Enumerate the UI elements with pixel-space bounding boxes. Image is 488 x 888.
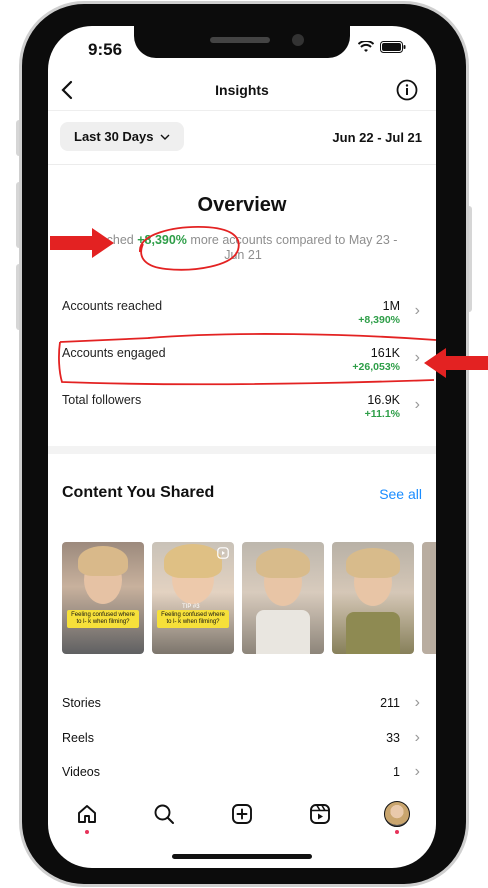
date-range-label: Last 30 Days (74, 129, 154, 144)
tab-bar (48, 794, 436, 834)
tab-search[interactable] (144, 794, 184, 834)
tab-reels[interactable] (300, 794, 340, 834)
count-videos-label[interactable]: Videos (62, 765, 100, 779)
tab-home[interactable] (67, 794, 107, 834)
metric-accounts-reached-label[interactable]: Accounts reached (62, 299, 162, 313)
metric-accounts-reached-value: 1M (382, 299, 400, 313)
header-divider (48, 110, 436, 111)
avatar (384, 801, 411, 827)
count-stories-value: 211 (380, 696, 400, 710)
overview-title: Overview (197, 194, 287, 216)
power-button (466, 206, 472, 312)
metric-total-followers-change: +11.1% (364, 408, 400, 420)
annotation-arrow-left (50, 228, 114, 258)
metric-accounts-reached-change: +8,390% (358, 314, 400, 326)
tab-create[interactable] (222, 794, 262, 834)
count-videos-value: 1 (393, 765, 400, 779)
home-indicator (172, 854, 312, 859)
chevron-right-icon[interactable]: › (415, 302, 420, 320)
notch (134, 26, 350, 58)
notification-dot (395, 830, 400, 834)
status-time: 9:56 (88, 40, 123, 59)
count-reels-value: 33 (386, 731, 400, 745)
annotation-underline-box (58, 333, 436, 386)
status-icons (358, 41, 406, 53)
screen: 9:56 Insights Last 30 Days Jun 22 - Jul … (48, 26, 436, 868)
chevron-right-icon[interactable]: › (415, 396, 420, 414)
date-range-dropdown[interactable]: Last 30 Days (60, 122, 184, 151)
content-thumbnail[interactable] (242, 542, 324, 654)
see-all-link[interactable]: See all (379, 486, 422, 502)
chevron-right-icon[interactable]: › (415, 729, 420, 747)
reels-icon (309, 804, 330, 824)
home-icon (77, 805, 96, 823)
wifi-icon (358, 41, 374, 52)
search-icon (154, 804, 175, 824)
thumbnail-caption: Feeling confused where to l- k when film… (67, 610, 139, 628)
annotation-arrow-right (424, 348, 488, 378)
reel-icon (217, 547, 229, 559)
battery-icon (380, 41, 406, 53)
metric-total-followers-value: 16.9K (367, 393, 400, 407)
speaker (210, 37, 270, 43)
content-thumbnail[interactable] (332, 542, 414, 654)
content-section-title: Content You Shared (62, 484, 215, 501)
chevron-right-icon[interactable]: › (415, 763, 420, 781)
notification-dot (84, 830, 89, 834)
section-divider (48, 446, 436, 454)
page-title: Insights (215, 82, 269, 98)
date-range-text: Jun 22 - Jul 21 (332, 130, 422, 145)
annotation-circle (139, 226, 240, 271)
metric-total-followers-label[interactable]: Total followers (62, 393, 141, 407)
content-thumbnail-partial[interactable] (422, 542, 436, 654)
tab-profile[interactable] (377, 794, 417, 834)
count-stories-label[interactable]: Stories (62, 696, 101, 710)
info-icon[interactable] (396, 79, 418, 101)
content-thumbnail[interactable]: Feeling confused where to l- k when film… (62, 542, 144, 654)
chevron-right-icon[interactable]: › (415, 694, 420, 712)
front-camera (292, 34, 304, 46)
content-thumbnail[interactable]: TIP #3 Feeling confused where to l- k wh… (152, 542, 234, 654)
plus-square-icon (232, 804, 252, 824)
count-reels-label[interactable]: Reels (62, 731, 94, 745)
chevron-down-icon (160, 134, 169, 140)
filter-divider (48, 164, 436, 165)
thumbnail-caption: Feeling confused where to l- k when film… (157, 610, 229, 628)
